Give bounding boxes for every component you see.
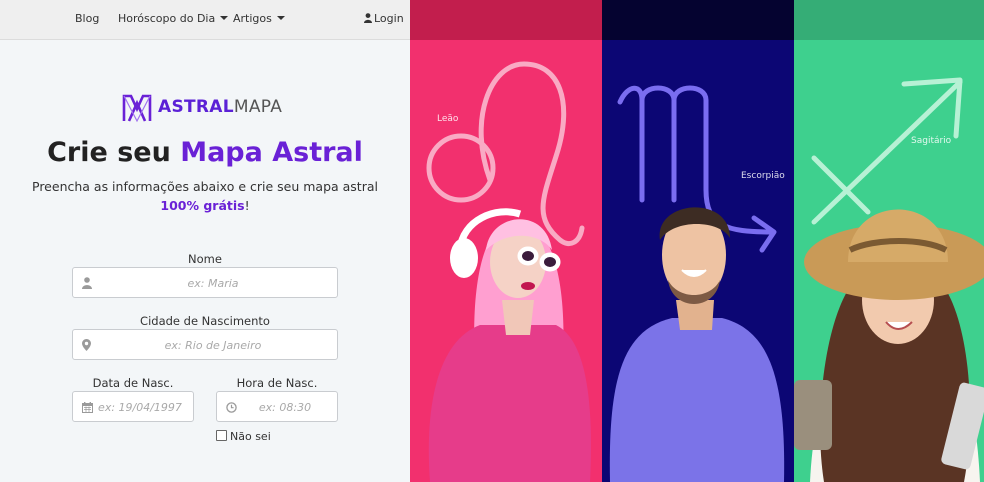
free-suffix: ! [244,198,250,213]
birth-date-input[interactable] [93,398,187,416]
title-prefix: Crie seu [47,137,171,168]
sign-column-leo: Leão [410,0,602,482]
chevron-down-icon [276,16,285,20]
clock-icon [226,402,237,413]
top-navbar: Blog Horóscopo do Dia Artigos Login [0,0,410,40]
sagittarius-artwork [794,77,984,482]
unknown-time-option: Não sei [216,430,271,443]
name-input-group [72,267,338,298]
time-input-group [216,391,338,422]
user-icon [82,277,92,289]
unknown-time-checkbox[interactable] [216,430,227,441]
sign-label-sagittarius: Sagitário [911,136,952,146]
nav-dropdown-horoscope[interactable]: Horóscopo do Dia [118,12,229,25]
smiling-man-photo [609,207,785,482]
astral-mapa-logo-icon [122,94,152,123]
page-subtitle: Preencha as informações abaixo e crie se… [32,179,378,194]
page-title: Crie seu Mapa Astral [0,137,410,168]
leo-symbol-icon [426,61,585,246]
woman-with-headphones-photo [428,208,591,482]
scorpio-artwork [609,85,785,482]
chevron-down-icon [220,16,229,20]
name-label: Nome [188,252,222,266]
name-input[interactable] [95,274,331,292]
city-label: Cidade de Nascimento [140,314,270,328]
city-input[interactable] [95,336,331,354]
nav-articles-label: Artigos [233,12,272,25]
title-accent: Mapa Astral [180,137,363,168]
city-input-group [72,329,338,360]
birth-time-input[interactable] [239,398,331,416]
nav-login-link[interactable]: Login [364,12,404,25]
leo-artwork [426,61,591,482]
calendar-icon [82,402,93,413]
nav-dropdown-articles[interactable]: Artigos [233,12,285,25]
sign-column-scorpio: Escorpião [602,0,794,482]
nav-link-blog[interactable]: Blog [75,12,99,25]
sign-column-sagittarius: Sagitário [794,0,984,482]
unknown-time-label[interactable]: Não sei [230,430,271,443]
free-tagline: 100% grátis! [0,198,410,213]
woman-with-straw-hat-photo [794,209,984,482]
signup-panel: ASTRALMAPA Crie seu Mapa Astral Preencha… [0,40,410,482]
user-icon [364,13,372,23]
logo-mapa-text: MAPA [233,97,283,117]
date-input-group [72,391,194,422]
free-text: 100% grátis [160,198,245,213]
nav-horoscope-label: Horóscopo do Dia [118,12,216,25]
sign-label-scorpio: Escorpião [741,171,785,181]
time-label: Hora de Nasc. [236,376,318,390]
date-label: Data de Nasc. [92,376,174,390]
logo-astral-text: ASTRAL [158,97,234,117]
map-pin-icon [82,339,91,351]
sagittarius-symbol-icon [811,77,963,225]
sign-label-leo: Leão [437,114,459,124]
nav-login-label: Login [374,12,404,25]
